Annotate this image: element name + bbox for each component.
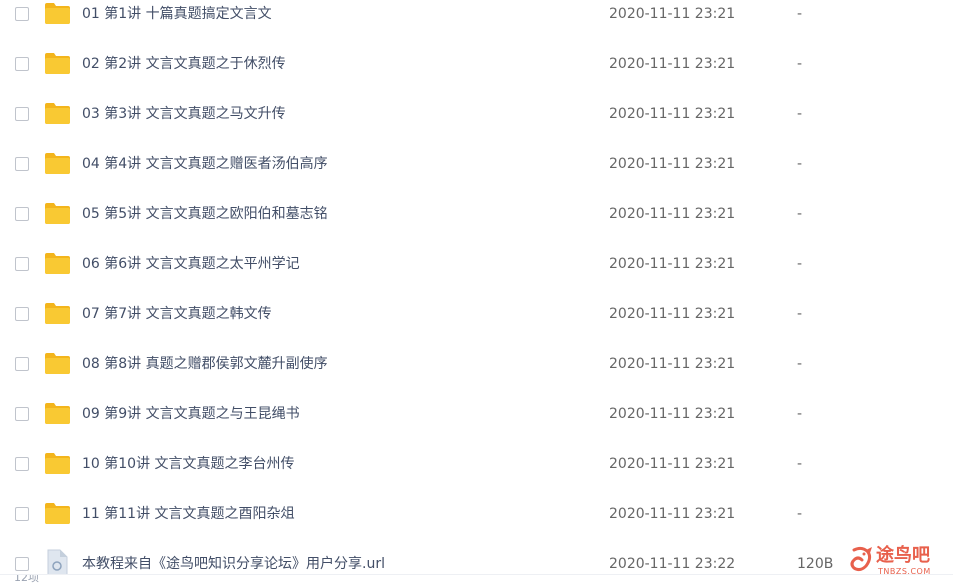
link-file-icon — [47, 549, 68, 577]
file-row[interactable]: 07 第7讲 文言文真题之韩文传 2020-11-11 23:21 - — [0, 290, 953, 340]
file-size: - — [797, 406, 803, 422]
file-size: - — [797, 156, 803, 172]
file-size: - — [797, 56, 803, 72]
file-list: 01 第1讲 十篇真题搞定文言文 2020-11-11 23:21 - 02 第… — [0, 0, 953, 583]
modified-time: 2020-11-11 23:21 — [609, 256, 736, 272]
file-name[interactable]: 03 第3讲 文言文真题之马文升传 — [82, 105, 286, 123]
modified-time: 2020-11-11 23:21 — [609, 306, 736, 322]
file-name[interactable]: 07 第7讲 文言文真题之韩文传 — [82, 305, 272, 323]
row-checkbox[interactable] — [15, 7, 29, 21]
modified-time: 2020-11-11 23:21 — [609, 506, 736, 522]
file-size: - — [797, 206, 803, 222]
folder-icon — [45, 503, 70, 524]
file-row[interactable]: 06 第6讲 文言文真题之太平州学记 2020-11-11 23:21 - — [0, 240, 953, 290]
bird-logo-icon — [850, 546, 872, 572]
modified-time: 2020-11-11 23:22 — [609, 556, 736, 572]
modified-time: 2020-11-11 23:21 — [609, 6, 736, 22]
file-row[interactable]: 10 第10讲 文言文真题之李台州传 2020-11-11 23:21 - — [0, 440, 953, 490]
folder-icon — [45, 103, 70, 124]
row-checkbox[interactable] — [15, 307, 29, 321]
row-checkbox[interactable] — [15, 57, 29, 71]
folder-icon — [45, 403, 70, 424]
folder-icon — [45, 203, 70, 224]
file-row[interactable]: 09 第9讲 文言文真题之与王昆绳书 2020-11-11 23:21 - — [0, 390, 953, 440]
file-size: - — [797, 106, 803, 122]
folder-icon — [45, 353, 70, 374]
file-row[interactable]: 02 第2讲 文言文真题之于休烈传 2020-11-11 23:21 - — [0, 40, 953, 90]
modified-time: 2020-11-11 23:21 — [609, 106, 736, 122]
folder-icon — [45, 253, 70, 274]
file-name[interactable]: 本教程来自《途鸟吧知识分享论坛》用户分享.url — [82, 555, 385, 573]
file-size: - — [797, 256, 803, 272]
folder-icon — [45, 3, 70, 24]
file-size: - — [797, 306, 803, 322]
file-row[interactable]: 04 第4讲 文言文真题之赠医者汤伯高序 2020-11-11 23:21 - — [0, 140, 953, 190]
watermark-text: 途鸟吧 — [876, 545, 930, 566]
item-count: 12项 — [14, 574, 39, 583]
modified-time: 2020-11-11 23:21 — [609, 206, 736, 222]
row-checkbox[interactable] — [15, 157, 29, 171]
row-checkbox[interactable] — [15, 357, 29, 371]
file-size: - — [797, 356, 803, 372]
status-bar: 12项 — [0, 574, 953, 583]
file-name[interactable]: 11 第11讲 文言文真题之酉阳杂俎 — [82, 505, 295, 523]
file-name[interactable]: 04 第4讲 文言文真题之赠医者汤伯高序 — [82, 155, 328, 173]
modified-time: 2020-11-11 23:21 — [609, 356, 736, 372]
file-size: - — [797, 6, 803, 22]
file-name[interactable]: 10 第10讲 文言文真题之李台州传 — [82, 455, 295, 473]
file-size: - — [797, 456, 803, 472]
modified-time: 2020-11-11 23:21 — [609, 156, 736, 172]
folder-icon — [45, 453, 70, 474]
file-name[interactable]: 05 第5讲 文言文真题之欧阳伯和墓志铭 — [82, 205, 328, 223]
file-name[interactable]: 01 第1讲 十篇真题搞定文言文 — [82, 5, 272, 23]
folder-icon — [45, 153, 70, 174]
row-checkbox[interactable] — [15, 207, 29, 221]
file-name[interactable]: 02 第2讲 文言文真题之于休烈传 — [82, 55, 286, 73]
row-checkbox[interactable] — [15, 507, 29, 521]
file-row[interactable]: 01 第1讲 十篇真题搞定文言文 2020-11-11 23:21 - — [0, 0, 953, 40]
row-checkbox[interactable] — [15, 407, 29, 421]
watermark-logo: 途鸟吧 TNBZS.COM — [848, 544, 948, 580]
file-name[interactable]: 06 第6讲 文言文真题之太平州学记 — [82, 255, 300, 273]
row-checkbox[interactable] — [15, 557, 29, 571]
file-name[interactable]: 08 第8讲 真题之赠郡侯郭文麓升副使序 — [82, 355, 328, 373]
modified-time: 2020-11-11 23:21 — [609, 456, 736, 472]
row-checkbox[interactable] — [15, 107, 29, 121]
modified-time: 2020-11-11 23:21 — [609, 406, 736, 422]
file-name[interactable]: 09 第9讲 文言文真题之与王昆绳书 — [82, 405, 300, 423]
folder-icon — [45, 303, 70, 324]
file-size: 120B — [797, 556, 834, 572]
file-row[interactable]: 05 第5讲 文言文真题之欧阳伯和墓志铭 2020-11-11 23:21 - — [0, 190, 953, 240]
modified-time: 2020-11-11 23:21 — [609, 56, 736, 72]
file-row[interactable]: 11 第11讲 文言文真题之酉阳杂俎 2020-11-11 23:21 - — [0, 490, 953, 540]
watermark-subtext: TNBZS.COM — [878, 567, 931, 576]
folder-icon — [45, 53, 70, 74]
file-row[interactable]: 08 第8讲 真题之赠郡侯郭文麓升副使序 2020-11-11 23:21 - — [0, 340, 953, 390]
file-size: - — [797, 506, 803, 522]
file-row[interactable]: 03 第3讲 文言文真题之马文升传 2020-11-11 23:21 - — [0, 90, 953, 140]
row-checkbox[interactable] — [15, 457, 29, 471]
row-checkbox[interactable] — [15, 257, 29, 271]
